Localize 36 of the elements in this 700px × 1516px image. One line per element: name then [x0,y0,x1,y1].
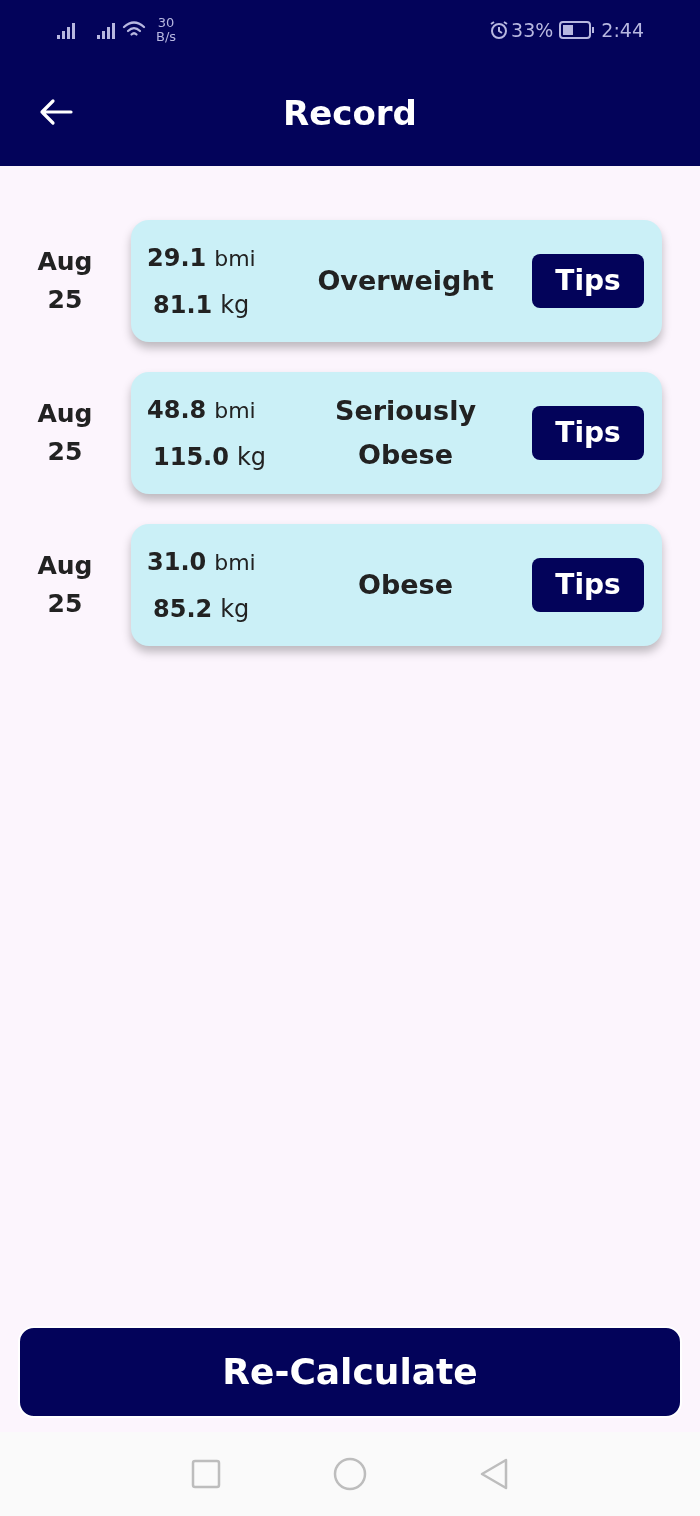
network-speed-unit: B/s [156,30,177,44]
clock-time: 2:44 [601,17,644,43]
tips-button[interactable]: Tips [532,406,644,460]
record-day: 25 [47,433,83,471]
battery-icon [559,21,596,39]
weight-value: 115.0 [153,441,229,473]
bmi-category: Obese [357,568,454,602]
bmi-category: Seriously Obese [334,394,477,472]
record-month: Aug [37,398,93,430]
record-month: Aug [37,550,93,582]
network-speed: 30 [157,16,175,30]
weight-unit: kg [236,441,267,473]
back-icon[interactable] [479,1458,509,1490]
tips-button[interactable]: Tips [532,254,644,308]
bmi-unit: bmi [214,396,256,425]
bmi-unit: bmi [214,244,256,273]
page-title: Record [283,91,417,135]
bmi-value: 29.1 [147,242,207,274]
home-icon[interactable] [333,1457,367,1491]
bmi-value: 31.0 [147,546,207,578]
record-day: 25 [47,281,83,319]
back-arrow-icon [39,98,73,126]
weight-unit: kg [220,289,250,321]
bmi-unit: bmi [214,548,256,577]
bmi-value: 48.8 [147,394,207,426]
weight-value: 85.2 [153,593,213,625]
record-month: Aug [37,246,93,278]
record-day: 25 [47,585,83,623]
alarm-icon [489,20,510,40]
weight-unit: kg [220,593,250,625]
tips-button[interactable]: Tips [532,558,644,612]
battery-percentage: 33% [511,17,554,43]
recent-apps-icon[interactable] [191,1459,221,1489]
bmi-category: Overweight [316,264,495,298]
recalculate-button[interactable]: Re-Calculate [18,1326,682,1418]
weight-value: 81.1 [153,289,213,321]
